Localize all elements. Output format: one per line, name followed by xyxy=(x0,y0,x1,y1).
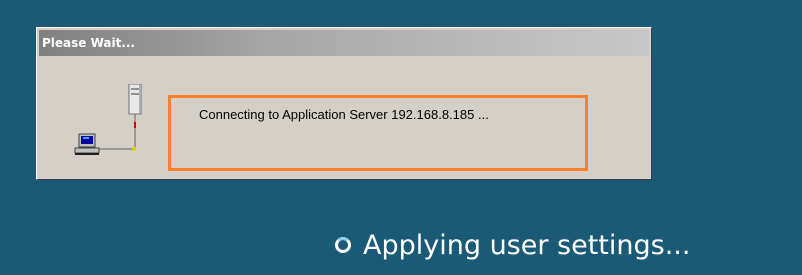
dialog-title: Please Wait... xyxy=(42,36,136,50)
network-computer-server-icon xyxy=(74,84,142,155)
login-status: Applying user settings... xyxy=(335,225,690,265)
status-message: Applying user settings... xyxy=(363,229,691,261)
spinner-icon xyxy=(335,237,351,253)
please-wait-dialog: Please Wait... Connecting to Application… xyxy=(36,27,652,180)
connection-message: Connecting to Application Server 192.168… xyxy=(199,107,489,122)
dialog-titlebar[interactable]: Please Wait... xyxy=(39,30,649,56)
